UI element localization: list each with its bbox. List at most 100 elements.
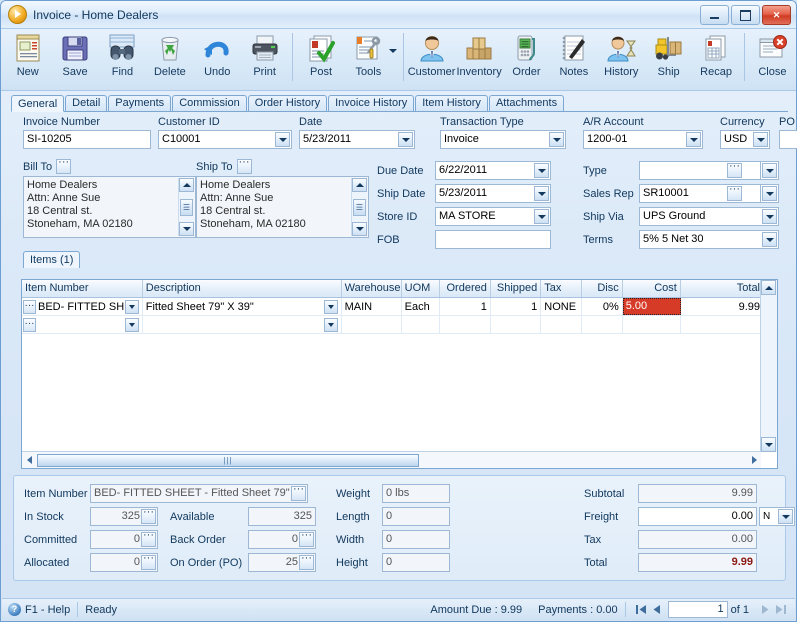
ship-to-address[interactable]: Home Dealers Attn: Anne Sue 18 Central s… — [196, 176, 369, 238]
ar-account-combo[interactable]: 1200-01 — [583, 130, 703, 149]
column-total[interactable]: Total — [681, 280, 763, 297]
maximize-button[interactable] — [731, 5, 760, 25]
toolbar-new-button[interactable]: New — [4, 29, 51, 87]
toolbar-customer-button[interactable]: Customer — [408, 29, 455, 87]
tab-commission[interactable]: Commission — [172, 95, 247, 111]
length-input[interactable]: 0 — [382, 507, 450, 526]
scroll-thumb[interactable]: ☰ — [180, 198, 193, 216]
chevron-down-icon[interactable] — [534, 186, 549, 201]
item-lookup-button[interactable]: ··· — [23, 299, 36, 314]
chevron-down-icon[interactable] — [124, 317, 139, 332]
toolbar-close-button[interactable]: Close — [749, 29, 796, 87]
scroll-thumb[interactable]: ☰ — [353, 198, 366, 216]
due-date-combo[interactable]: 6/22/2011 — [435, 161, 551, 180]
toolbar-tools-button[interactable]: Tools — [345, 29, 392, 87]
in-stock-lookup-button[interactable] — [141, 509, 156, 524]
type-input[interactable] — [639, 161, 761, 180]
column-shipped[interactable]: Shipped — [491, 280, 542, 297]
chevron-down-icon[interactable] — [762, 232, 777, 247]
tab-items[interactable]: Items (1) — [23, 251, 81, 268]
ship-via-combo[interactable]: UPS Ground — [639, 207, 779, 226]
toolbar-tools-dropdown[interactable] — [388, 29, 399, 87]
weight-input[interactable]: 0 lbs — [382, 484, 450, 503]
cell-uom[interactable]: Each — [402, 298, 441, 315]
tab-invoice-history[interactable]: Invoice History — [328, 95, 415, 111]
scroll-up-icon[interactable] — [761, 280, 776, 295]
chevron-down-icon[interactable] — [762, 209, 777, 224]
tab-payments[interactable]: Payments — [108, 95, 172, 111]
cell-cost[interactable]: 5.00 — [622, 298, 681, 315]
nav-last-button[interactable] — [773, 602, 789, 618]
bill-to-address[interactable]: Home Dealers Attn: Anne Sue 18 Central s… — [23, 176, 196, 238]
cell-ordered[interactable]: 1 — [440, 298, 491, 315]
on-order-po-lookup-button[interactable] — [299, 555, 314, 570]
column-disc[interactable]: Disc — [582, 280, 623, 297]
column-cost[interactable]: Cost — [623, 280, 681, 297]
grid-horizontal-scrollbar[interactable]: ||| — [22, 451, 761, 468]
customer-id-combo[interactable]: C10001 — [158, 130, 292, 149]
toolbar-recap-button[interactable]: Recap — [692, 29, 739, 87]
scroll-up-icon[interactable] — [352, 178, 367, 192]
cell-tax[interactable] — [541, 316, 582, 333]
committed-input[interactable]: 0 — [90, 530, 158, 549]
cell-total[interactable]: 9.99 — [681, 298, 763, 315]
sales-rep-lookup-button[interactable] — [727, 186, 742, 201]
help-icon[interactable]: ? — [8, 603, 21, 616]
committed-lookup-button[interactable] — [141, 532, 156, 547]
sales-rep-dropdown[interactable] — [761, 184, 779, 203]
scroll-right-icon[interactable] — [747, 453, 761, 467]
detail-item-number-input[interactable]: BED- FITTED SHEET - Fitted Sheet 79" X 3… — [90, 484, 308, 503]
help-label[interactable]: F1 - Help — [25, 604, 70, 616]
toolbar-save-button[interactable]: Save — [51, 29, 98, 87]
cell-item-number[interactable]: ··· — [22, 316, 143, 333]
allocated-input[interactable]: 0 — [90, 553, 158, 572]
chevron-down-icon[interactable] — [534, 209, 549, 224]
in-stock-input[interactable]: 325 — [90, 507, 158, 526]
column-uom[interactable]: UOM — [402, 280, 441, 297]
chevron-down-icon[interactable] — [686, 132, 701, 147]
chevron-down-icon[interactable] — [534, 163, 549, 178]
po-number-input[interactable] — [779, 130, 797, 149]
chevron-down-icon[interactable] — [275, 132, 290, 147]
toolbar-ship-button[interactable]: Ship — [645, 29, 692, 87]
minimize-button[interactable] — [700, 5, 729, 25]
scroll-up-icon[interactable] — [179, 178, 194, 192]
allocated-lookup-button[interactable] — [141, 555, 156, 570]
ship-date-combo[interactable]: 5/23/2011 — [435, 184, 551, 203]
chevron-down-icon[interactable] — [762, 186, 777, 201]
tab-detail[interactable]: Detail — [65, 95, 108, 111]
tab-order-history[interactable]: Order History — [247, 95, 328, 111]
toolbar-post-button[interactable]: Post — [297, 29, 344, 87]
bill-to-lookup-button[interactable] — [56, 159, 72, 174]
cell-total[interactable] — [681, 316, 763, 333]
cell-tax[interactable]: NONE — [541, 298, 582, 315]
chevron-down-icon[interactable] — [323, 317, 338, 332]
nav-prev-button[interactable] — [649, 602, 665, 618]
type-dropdown[interactable] — [761, 161, 779, 180]
toolbar-print-button[interactable]: Print — [241, 29, 288, 87]
toolbar-order-button[interactable]: Order — [503, 29, 550, 87]
chevron-down-icon[interactable] — [124, 299, 139, 314]
toolbar-notes-button[interactable]: Notes — [550, 29, 597, 87]
detail-item-lookup-button[interactable] — [291, 486, 306, 501]
available-input[interactable]: 325 — [248, 507, 316, 526]
store-id-combo[interactable]: MA STORE — [435, 207, 551, 226]
column-warehouse[interactable]: Warehouse — [342, 280, 402, 297]
nav-first-button[interactable] — [633, 602, 649, 618]
tab-item-history[interactable]: Item History — [415, 95, 488, 111]
column-item-number[interactable]: Item Number — [22, 280, 143, 297]
column-ordered[interactable]: Ordered — [440, 280, 491, 297]
tab-general[interactable]: General — [11, 95, 65, 112]
chevron-down-icon[interactable] — [778, 509, 793, 524]
tab-attachments[interactable]: Attachments — [488, 95, 565, 111]
on-order-po-input[interactable]: 25 — [248, 553, 316, 572]
currency-combo[interactable]: USD — [720, 130, 770, 149]
chevron-down-icon[interactable] — [762, 163, 777, 178]
h-scroll-thumb[interactable]: ||| — [37, 453, 419, 467]
toolbar-undo-button[interactable]: Undo — [194, 29, 241, 87]
freight-taxcode-combo[interactable]: N — [759, 507, 795, 526]
cell-uom[interactable] — [402, 316, 441, 333]
transaction-type-combo[interactable]: Invoice — [440, 130, 566, 149]
cell-description[interactable]: Fitted Sheet 79" X 39" — [143, 298, 342, 315]
scroll-down-icon[interactable] — [179, 222, 194, 236]
